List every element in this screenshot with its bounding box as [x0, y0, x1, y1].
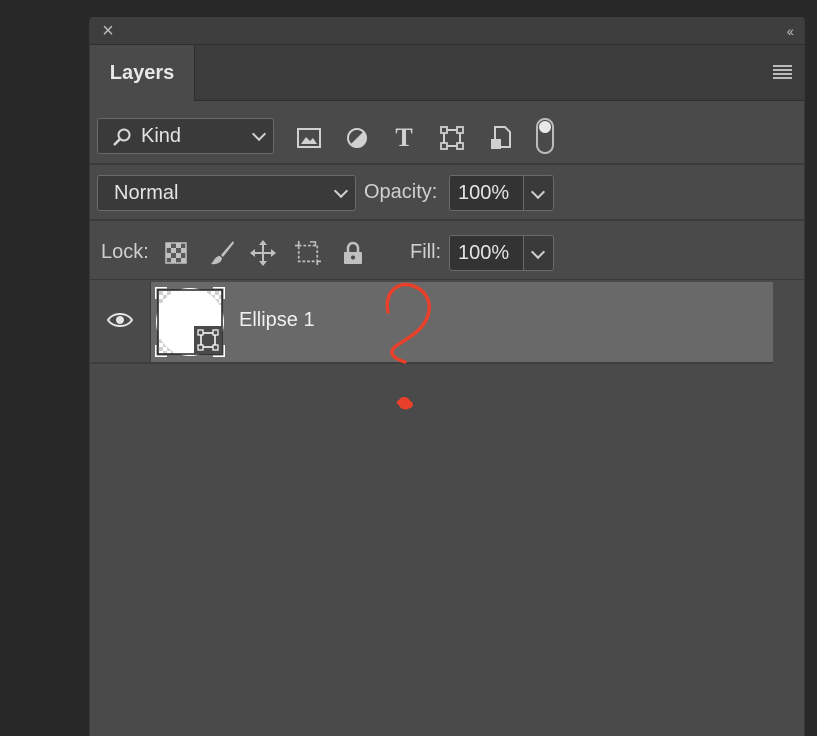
type-filter-icon[interactable]: T	[391, 123, 417, 152]
opacity-label: Opacity:	[364, 181, 438, 203]
chevron-down-icon	[530, 244, 546, 260]
blend-row: Normal Opacity: 100%	[90, 165, 804, 221]
filter-toggle[interactable]	[536, 118, 554, 154]
image-filter-icon[interactable]	[296, 125, 322, 151]
visibility-column	[90, 282, 151, 362]
layer-name[interactable]: Ellipse 1	[239, 309, 315, 332]
fill-label: Fill:	[410, 241, 442, 263]
tab-bar: Layers	[90, 45, 804, 101]
adjustment-filter-icon[interactable]	[344, 125, 370, 151]
search-icon	[112, 127, 132, 153]
blend-mode-value: Normal	[114, 181, 179, 204]
eye-icon[interactable]	[106, 312, 134, 333]
chevron-down-icon	[251, 126, 267, 142]
lock-position-icon[interactable]	[250, 240, 276, 266]
fill-input[interactable]: 100%	[449, 235, 524, 271]
lock-artboard-icon[interactable]	[295, 240, 321, 266]
blend-mode-select[interactable]: Normal	[97, 175, 356, 211]
fill-dropdown-button[interactable]	[524, 235, 554, 271]
layers-panel: × ‹‹ Layers Kind T Normal Opacity: 100% …	[89, 17, 805, 736]
panel-menu-icon[interactable]	[773, 65, 792, 80]
lock-row: Lock: Fill: 100%	[90, 221, 804, 280]
lock-transparent-pixels-icon[interactable]	[163, 240, 189, 266]
filter-kind-select[interactable]: Kind	[97, 118, 274, 154]
toggle-knob	[539, 121, 551, 133]
smart-object-filter-icon[interactable]	[488, 125, 514, 151]
divider	[90, 362, 773, 364]
tab-layers[interactable]: Layers	[90, 45, 195, 101]
lock-all-icon[interactable]	[340, 240, 366, 266]
chevron-down-icon	[530, 184, 546, 200]
double-chevron-left-icon[interactable]: ‹‹	[787, 23, 794, 39]
chevron-down-icon	[333, 183, 349, 199]
lock-image-pixels-icon[interactable]	[209, 240, 235, 266]
filter-kind-label: Kind	[141, 124, 182, 147]
layer-row[interactable]: Ellipse 1	[151, 282, 773, 364]
shape-filter-icon[interactable]	[439, 125, 465, 151]
filter-row: Kind T	[90, 101, 804, 165]
layer-thumbnail	[153, 285, 227, 359]
close-icon[interactable]: ×	[100, 21, 116, 41]
opacity-input[interactable]: 100%	[449, 175, 524, 211]
panel-titlebar: × ‹‹	[90, 17, 804, 45]
opacity-dropdown-button[interactable]	[524, 175, 554, 211]
lock-label: Lock:	[101, 241, 149, 263]
